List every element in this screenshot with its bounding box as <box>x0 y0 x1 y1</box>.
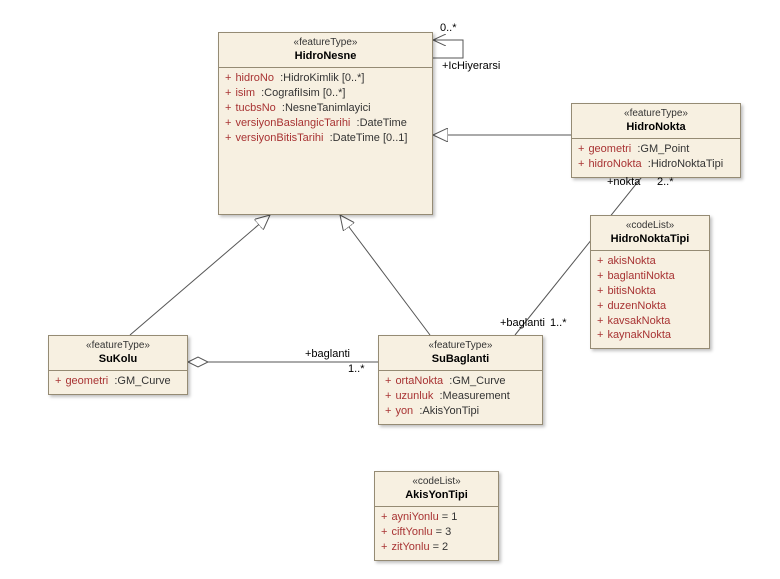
class-body: +hidroNo :HidroKimlik [0..*] +isim :Cogr… <box>219 68 432 150</box>
class-body: +ortaNokta :GM_Curve +uzunluk :Measureme… <box>379 371 542 424</box>
enum-row: +kaynakNokta <box>597 328 703 343</box>
enum-row: +kavsakNokta <box>597 314 703 329</box>
enum-row: +duzenNokta <box>597 299 703 314</box>
class-header: «featureType» HidroNesne <box>219 33 432 68</box>
class-name: HidroNoktaTipi <box>597 233 703 247</box>
class-header: «codeList» AkisYonTipi <box>375 472 498 507</box>
class-hidronoktatipi: «codeList» HidroNoktaTipi +akisNokta +ba… <box>590 215 710 349</box>
class-hidronokta: «featureType» HidroNokta +geometri :GM_P… <box>571 103 741 178</box>
edge-self-ichierarsi <box>433 40 463 58</box>
stereotype: «featureType» <box>578 108 734 121</box>
stereotype: «codeList» <box>381 476 492 489</box>
label-nokta-role: +nokta <box>607 176 640 188</box>
label-baglanti-mult2: 1..* <box>550 317 567 329</box>
class-akisyontipi: «codeList» AkisYonTipi +ayniYonlu=1 +cif… <box>374 471 499 561</box>
enum-row: +ayniYonlu=1 <box>381 510 492 525</box>
enum-row: +akisNokta <box>597 254 703 269</box>
attr-row: +yon :AkisYonTipi <box>385 404 536 419</box>
class-body: +akisNokta +baglantiNokta +bitisNokta +d… <box>591 251 709 348</box>
class-header: «featureType» HidroNokta <box>572 104 740 139</box>
enum-row: +ciftYonlu=3 <box>381 525 492 540</box>
attr-row: +tucbsNo :NesneTanimlayici <box>225 101 426 116</box>
attr-row: +hidroNo :HidroKimlik [0..*] <box>225 71 426 86</box>
attr-row: +ortaNokta :GM_Curve <box>385 374 536 389</box>
diamond-aggregation <box>188 357 208 367</box>
class-body: +geometri :GM_Curve <box>49 371 187 394</box>
attr-row: +geometri :GM_Curve <box>55 374 181 389</box>
label-nokta-mult: 2..* <box>657 176 674 188</box>
class-body: +geometri :GM_Point +hidroNokta :HidroNo… <box>572 139 740 177</box>
class-header: «featureType» SuBaglanti <box>379 336 542 371</box>
class-header: «codeList» HidroNoktaTipi <box>591 216 709 251</box>
diagram-canvas: { "classes": { "hidroNesne": { "stereoty… <box>0 0 780 579</box>
label-baglanti-role2: +baglanti <box>500 317 545 329</box>
enum-row: +zitYonlu=2 <box>381 540 492 555</box>
edge-subaglanti-gen <box>340 215 430 335</box>
label-baglanti-mult: 1..* <box>348 363 365 375</box>
attr-row: +uzunluk :Measurement <box>385 389 536 404</box>
class-name: HidroNokta <box>578 121 734 135</box>
label-self-role: +IcHiyerarsi <box>442 60 500 72</box>
label-baglanti-role: +baglanti <box>305 348 350 360</box>
attr-row: +geometri :GM_Point <box>578 142 734 157</box>
stereotype: «featureType» <box>385 340 536 353</box>
class-sukolu: «featureType» SuKolu +geometri :GM_Curve <box>48 335 188 395</box>
attr-row: +versiyonBitisTarihi :DateTime [0..1] <box>225 131 426 146</box>
label-self-mult: 0..* <box>440 22 457 34</box>
enum-row: +bitisNokta <box>597 284 703 299</box>
enum-row: +baglantiNokta <box>597 269 703 284</box>
class-body: +ayniYonlu=1 +ciftYonlu=3 +zitYonlu=2 <box>375 507 498 560</box>
attr-row: +isim :CografiIsim [0..*] <box>225 86 426 101</box>
attr-row: +hidroNokta :HidroNoktaTipi <box>578 157 734 172</box>
class-name: SuKolu <box>55 353 181 367</box>
class-header: «featureType» SuKolu <box>49 336 187 371</box>
attr-row: +versiyonBaslangicTarihi :DateTime <box>225 116 426 131</box>
stereotype: «codeList» <box>597 220 703 233</box>
stereotype: «featureType» <box>55 340 181 353</box>
class-name: HidroNesne <box>225 50 426 64</box>
class-subaglanti: «featureType» SuBaglanti +ortaNokta :GM_… <box>378 335 543 425</box>
class-name: AkisYonTipi <box>381 489 492 503</box>
class-hidronesne: «featureType» HidroNesne +hidroNo :Hidro… <box>218 32 433 215</box>
class-name: SuBaglanti <box>385 353 536 367</box>
stereotype: «featureType» <box>225 37 426 50</box>
edge-sukolu-gen <box>130 215 270 335</box>
